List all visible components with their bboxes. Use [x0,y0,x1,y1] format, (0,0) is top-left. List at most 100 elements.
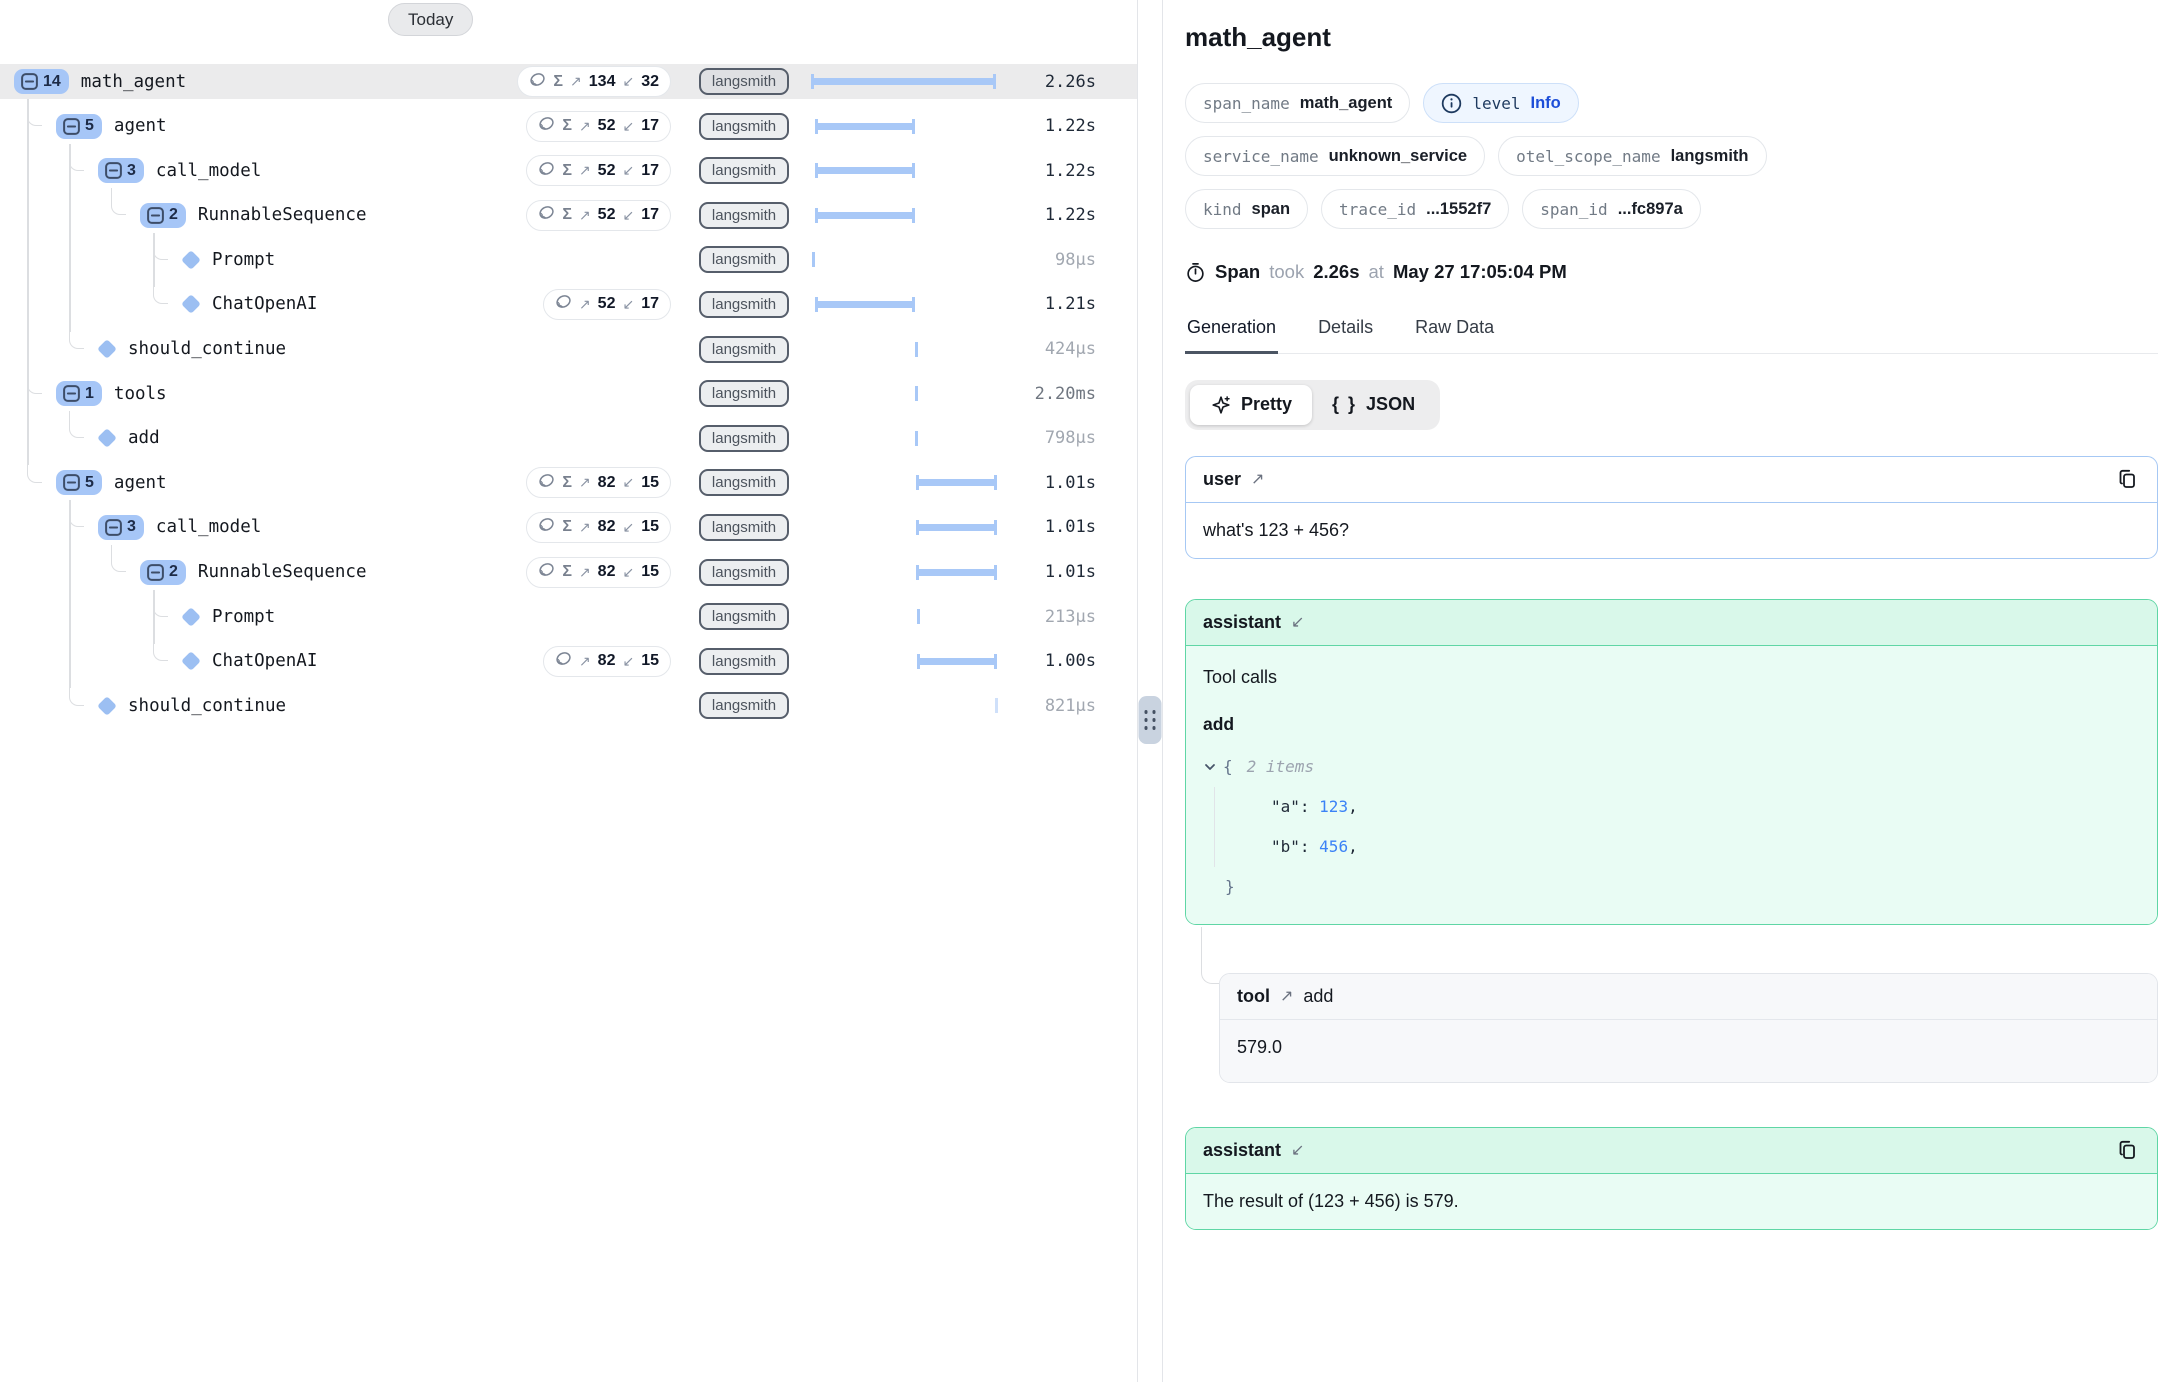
trace-row-tools[interactable]: 1toolslangsmith2.20ms [0,376,1137,411]
provider-tag-langsmith: langsmith [699,425,789,452]
tree-connector-elbow [111,188,126,215]
collapse-toggle-badge[interactable]: 3 [98,158,144,183]
collapse-toggle-badge[interactable]: 14 [14,69,69,94]
timeline-cell [810,242,1000,277]
chip-level: level Info [1423,83,1578,123]
role-label: assistant [1203,612,1281,633]
output-tokens: 15 [641,474,659,492]
token-usage-badge: Σ↗52↙17 [526,200,671,231]
copy-button[interactable] [2116,467,2140,491]
coin-icon [529,71,546,93]
span-name-label: add [128,428,160,448]
duration-bar [816,123,915,130]
copy-button[interactable] [2116,1138,2140,1162]
items-count-label: 2 items [1247,747,1314,787]
trace-row-ChatOpenAI[interactable]: ChatOpenAI↗82↙15langsmith1.00s [0,644,1137,679]
chevron-down-icon[interactable] [1203,760,1217,774]
span-name-label: RunnableSequence [198,562,367,582]
json-comma: , [1348,797,1358,816]
chip-otel-scope-name: otel_scope_name langsmith [1498,136,1766,176]
collapse-toggle-badge[interactable]: 3 [98,515,144,540]
child-count: 1 [85,385,94,403]
json-entries: "a": 123, "b": 456, [1214,787,2140,867]
chip-span-id: span_id ...fc897a [1522,189,1701,229]
timeline-cell [810,198,1000,233]
span-name-label: call_model [156,517,261,537]
coin-icon [538,115,555,137]
span-name-label: should_continue [128,696,286,716]
today-button[interactable]: Today [388,3,473,36]
trace-row-RunnableSequence[interactable]: 2RunnableSequenceΣ↗82↙15langsmith1.01s [0,555,1137,590]
tree-connector-elbow [27,99,42,126]
input-tokens: 82 [598,652,616,670]
trace-row-should_continue[interactable]: should_continuelangsmith424µs [0,332,1137,367]
duration-label: 2.26s [1000,72,1096,92]
stopwatch-icon [1185,262,1206,283]
role-label: assistant [1203,1140,1281,1161]
provider-tag-langsmith: langsmith [699,157,789,184]
collapse-toggle-badge[interactable]: 5 [56,470,102,495]
inbound-arrow-icon: ↙ [1291,1140,1304,1160]
json-entry: "a": 123, [1271,787,2140,827]
input-tokens: 52 [598,162,616,180]
token-usage-badge: ↗82↙15 [543,646,671,677]
provider-tag-langsmith: langsmith [699,692,789,719]
collapse-toggle-badge[interactable]: 2 [140,203,186,228]
input-tokens: 82 [598,518,616,536]
collapse-toggle-badge[interactable]: 1 [56,381,102,406]
child-count: 3 [127,518,136,536]
provider-tag-langsmith: langsmith [699,202,789,229]
trace-row-agent[interactable]: 5agentΣ↗52↙17langsmith1.22s [0,109,1137,144]
tab-generation[interactable]: Generation [1185,317,1278,354]
token-usage-badge: Σ↗52↙17 [526,111,671,142]
panel-drag-handle[interactable] [1139,696,1162,744]
outbound-arrow-icon: ↗ [1251,469,1264,489]
provider-tag-langsmith: langsmith [699,68,789,95]
tab-details[interactable]: Details [1316,317,1375,353]
token-usage-badge: ↗52↙17 [543,289,671,320]
trace-row-call_model[interactable]: 3call_modelΣ↗52↙17langsmith1.22s [0,153,1137,188]
trace-row-add[interactable]: addlangsmith798µs [0,421,1137,456]
duration-label: 821µs [1000,696,1096,716]
sigma-icon: Σ [562,162,572,180]
trace-row-call_model[interactable]: 3call_modelΣ↗82↙15langsmith1.01s [0,510,1137,545]
tree-connector-elbow [153,277,168,304]
input-arrow-icon: ↗ [579,118,591,135]
span-name-label: tools [114,384,167,404]
duration-bar [917,569,996,576]
trace-row-agent[interactable]: 5agentΣ↗82↙15langsmith1.01s [0,465,1137,500]
timeline-cell [810,287,1000,322]
trace-row-RunnableSequence[interactable]: 2RunnableSequenceΣ↗52↙17langsmith1.22s [0,198,1137,233]
provider-tag-langsmith: langsmith [699,559,789,586]
tree-connector-elbow [27,367,42,394]
tree-header: Today [0,0,1137,40]
chip-value: ...fc897a [1618,200,1683,219]
trace-row-Prompt[interactable]: Promptlangsmith98µs [0,242,1137,277]
output-arrow-icon: ↙ [622,296,634,313]
pretty-toggle-button[interactable]: Pretty [1190,385,1312,425]
input-arrow-icon: ↗ [579,564,591,581]
collapse-toggle-badge[interactable]: 5 [56,114,102,139]
message-content: 579.0 [1220,1020,2157,1082]
output-tokens: 32 [641,73,659,91]
duration-label: 213µs [1000,607,1096,627]
chip-trace-id: trace_id ...1552f7 [1321,189,1509,229]
leaf-diamond-icon [181,295,201,315]
collapse-toggle-badge[interactable]: 2 [140,560,186,585]
trace-row-should_continue[interactable]: should_continue langsmith 821µs [0,688,1137,723]
trace-row-ChatOpenAI[interactable]: ChatOpenAI↗52↙17langsmith1.21s [0,287,1137,322]
output-arrow-icon: ↙ [622,474,634,491]
trace-row-Prompt[interactable]: Promptlangsmith213µs [0,599,1137,634]
coin-icon [538,160,555,182]
json-toggle-button[interactable]: { } JSON [1312,385,1435,424]
chip-key: span_name [1203,94,1290,113]
span-name-label: call_model [156,161,261,181]
trace-row-math_agent[interactable]: 14math_agentΣ↗134↙32langsmith2.26s [0,64,1137,99]
tab-raw-data[interactable]: Raw Data [1413,317,1496,353]
duration-bar [816,301,914,308]
coin-icon [538,516,555,538]
role-label: user [1203,469,1241,490]
json-value: 456 [1319,837,1348,856]
tool-name-label: add [1303,986,1333,1007]
message-content: Tool calls add { 2 items "a": 123, "b [1186,646,2157,924]
